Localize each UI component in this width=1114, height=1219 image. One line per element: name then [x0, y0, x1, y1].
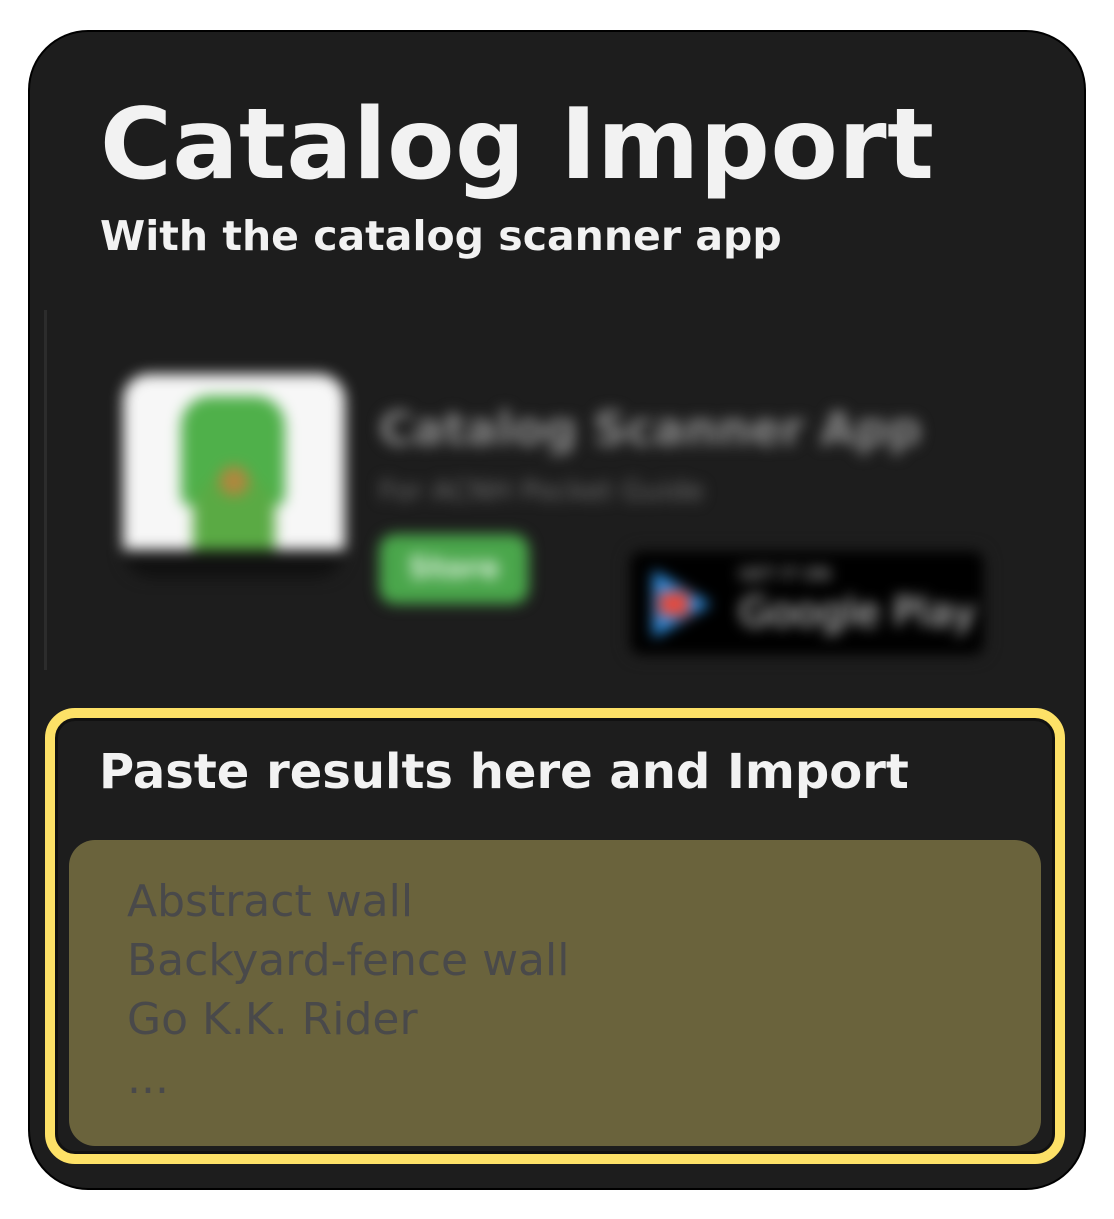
google-play-badge[interactable]: GET IT ON Google Play [627, 548, 987, 658]
store-button[interactable]: Store [379, 534, 529, 604]
app-promo: Catalog Scanner App For ACNH Pocket Guid… [44, 310, 1063, 670]
google-play-label: Google Play [739, 590, 977, 636]
paste-results-textarea[interactable] [69, 840, 1041, 1146]
app-icon[interactable] [123, 374, 345, 578]
google-play-icon-accent [659, 592, 689, 616]
app-promo-blurred-content: Catalog Scanner App For ACNH Pocket Guid… [47, 310, 1063, 670]
page-subtitle: With the catalog scanner app [100, 212, 782, 260]
app-description: For ACNH Pocket Guide [379, 474, 704, 507]
face-icon [219, 466, 249, 496]
paste-section: Paste results here and Import [45, 708, 1065, 1164]
page-title: Catalog Import [100, 88, 935, 202]
google-play-get-it-on: GET IT ON [739, 564, 831, 585]
catalog-import-card: Catalog Import With the catalog scanner … [30, 32, 1084, 1188]
icon-bar [123, 550, 345, 578]
app-name[interactable]: Catalog Scanner App [379, 402, 921, 456]
paste-section-label: Paste results here and Import [99, 744, 909, 800]
